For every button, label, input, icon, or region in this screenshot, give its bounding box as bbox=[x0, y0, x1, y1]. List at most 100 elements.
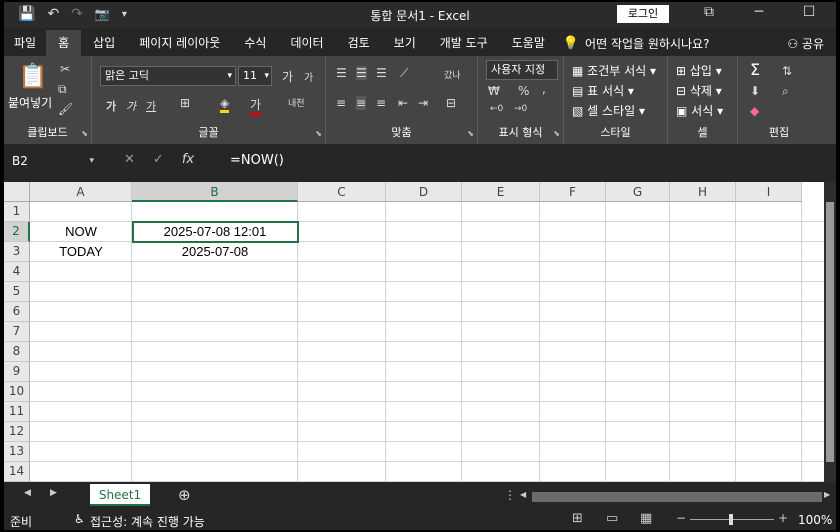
column-header-d[interactable]: D bbox=[386, 182, 462, 202]
increase-decimal-icon[interactable]: ←0 bbox=[490, 104, 503, 114]
dialog-launcher-icon[interactable]: ⬊ bbox=[553, 129, 560, 138]
column-header-h[interactable]: H bbox=[670, 182, 736, 202]
column-header-g[interactable]: G bbox=[606, 182, 670, 202]
dialog-launcher-icon[interactable]: ⬊ bbox=[81, 129, 88, 138]
row-header-14[interactable]: 14 bbox=[4, 462, 30, 482]
enter-icon[interactable]: ✓ bbox=[153, 152, 164, 167]
insert-cells-button[interactable]: ⊞ 삽입 ▾ bbox=[676, 62, 722, 79]
scroll-right-icon[interactable]: ▶ bbox=[824, 490, 830, 499]
copy-icon[interactable]: ⧉ bbox=[58, 82, 67, 97]
zoom-level[interactable]: 100% bbox=[798, 513, 832, 527]
row-header-13[interactable]: 13 bbox=[4, 442, 30, 462]
cell-styles-button[interactable]: ▧ 셀 스타일 ▾ bbox=[572, 102, 645, 119]
scroll-left-icon[interactable]: ◀ bbox=[520, 490, 526, 499]
tab-review[interactable]: 검토 bbox=[336, 30, 382, 56]
find-select-icon[interactable]: ⌕ bbox=[782, 84, 789, 99]
number-format-select[interactable]: 사용자 지정 bbox=[486, 60, 558, 80]
decrease-indent-icon[interactable]: ⇤ bbox=[398, 96, 408, 110]
border-icon[interactable]: ⊞ bbox=[180, 96, 190, 110]
normal-view-icon[interactable]: ⊞ bbox=[572, 511, 583, 526]
cancel-icon[interactable]: ✕ bbox=[124, 152, 135, 167]
underline-button[interactable]: 가 bbox=[146, 98, 156, 114]
row-header-10[interactable]: 10 bbox=[4, 382, 30, 402]
formula-input[interactable]: =NOW() bbox=[226, 150, 826, 172]
align-center-icon[interactable]: ≡ bbox=[356, 96, 367, 110]
accessibility-status[interactable]: 접근성: 계속 진행 가능 bbox=[90, 513, 205, 530]
format-painter-icon[interactable]: 🖌 bbox=[58, 102, 73, 116]
scroll-thumb[interactable] bbox=[826, 202, 834, 462]
tab-home[interactable]: 홈 bbox=[46, 30, 82, 56]
decrease-decimal-icon[interactable]: →0 bbox=[514, 104, 527, 114]
format-cells-button[interactable]: ▣ 서식 ▾ bbox=[676, 102, 723, 119]
add-sheet-icon[interactable]: ⊕ bbox=[178, 486, 191, 504]
tab-file[interactable]: 파일 bbox=[4, 30, 46, 56]
percent-button[interactable]: % bbox=[518, 84, 529, 98]
zoom-out-icon[interactable]: − bbox=[676, 511, 686, 525]
cell-B3[interactable]: 2025-07-08 bbox=[132, 242, 298, 262]
increase-indent-icon[interactable]: ⇥ bbox=[418, 96, 428, 110]
clear-icon[interactable]: ◆ bbox=[750, 104, 759, 118]
align-right-icon[interactable]: ≡ bbox=[376, 96, 386, 110]
worksheet-grid[interactable]: ABCDEFGHI 1 2 3 4 5 6 7 8 9 10 11 12 13 14 NOW 2025-0… bbox=[4, 182, 836, 482]
paste-icon[interactable]: 📋 bbox=[18, 62, 48, 90]
tab-view[interactable]: 보기 bbox=[382, 30, 428, 56]
font-size-select[interactable]: 11 ▾ bbox=[238, 66, 272, 86]
fill-icon[interactable]: ⬇ bbox=[750, 84, 760, 98]
cell-A3[interactable]: TODAY bbox=[30, 242, 132, 262]
paste-label[interactable]: 붙여넣기 bbox=[8, 94, 52, 111]
column-header-a[interactable]: A bbox=[30, 182, 132, 202]
zoom-slider-thumb[interactable] bbox=[729, 514, 733, 525]
orientation-icon[interactable]: ⟋ bbox=[400, 66, 408, 81]
horizontal-scrollbar[interactable] bbox=[532, 492, 822, 502]
align-left-icon[interactable]: ≡ bbox=[336, 96, 346, 110]
align-middle-icon[interactable]: ☰ bbox=[356, 66, 367, 80]
row-header-8[interactable]: 8 bbox=[4, 342, 30, 362]
ribbon-display-options-icon[interactable]: ⧉ bbox=[684, 4, 734, 20]
sort-filter-icon[interactable]: ⇅ bbox=[782, 64, 792, 78]
next-sheet-icon[interactable]: ▶ bbox=[50, 488, 57, 498]
row-header-5[interactable]: 5 bbox=[4, 282, 30, 302]
name-box[interactable]: B2 ▾ bbox=[8, 150, 96, 172]
wrap-text-button[interactable]: 갔나 bbox=[444, 68, 461, 81]
row-header-2[interactable]: 2 bbox=[4, 222, 30, 242]
conditional-format-button[interactable]: ▦ 조건부 서식 ▾ bbox=[572, 62, 656, 79]
column-header-c[interactable]: C bbox=[298, 182, 386, 202]
tab-developer[interactable]: 개발 도구 bbox=[428, 30, 500, 56]
align-bottom-icon[interactable]: ☰ bbox=[376, 66, 387, 80]
italic-button[interactable]: 가 bbox=[126, 98, 136, 114]
tab-page-layout[interactable]: 페이지 레이아웃 bbox=[127, 30, 232, 56]
format-as-table-button[interactable]: ▤ 표 서식 ▾ bbox=[572, 82, 634, 99]
row-header-6[interactable]: 6 bbox=[4, 302, 30, 322]
page-layout-view-icon[interactable]: ▭ bbox=[606, 511, 618, 526]
grow-font-button[interactable]: 가 bbox=[282, 68, 293, 85]
column-header-e[interactable]: E bbox=[462, 182, 540, 202]
vertical-scrollbar[interactable] bbox=[824, 182, 836, 482]
select-all-button[interactable] bbox=[4, 182, 30, 202]
bold-button[interactable]: 가 bbox=[106, 98, 116, 114]
tab-data[interactable]: 데이터 bbox=[278, 30, 335, 56]
tab-formulas[interactable]: 수식 bbox=[232, 30, 278, 56]
font-color-button[interactable]: 가 bbox=[250, 96, 262, 116]
cell-A2[interactable]: NOW bbox=[30, 222, 132, 242]
prev-sheet-icon[interactable]: ◀ bbox=[24, 488, 31, 498]
row-header-4[interactable]: 4 bbox=[4, 262, 30, 282]
font-family-select[interactable]: 맑은 고딕 ▾ bbox=[100, 66, 236, 86]
minimize-button[interactable]: ─ bbox=[734, 4, 784, 20]
tell-me-search[interactable]: 💡 어떤 작업을 원하시나요? bbox=[563, 35, 710, 52]
page-break-view-icon[interactable]: ▦ bbox=[640, 511, 652, 526]
tab-insert[interactable]: 삽입 bbox=[81, 30, 127, 56]
autosum-button[interactable]: Σ bbox=[750, 60, 760, 79]
column-header-i[interactable]: I bbox=[736, 182, 802, 202]
zoom-in-icon[interactable]: + bbox=[778, 511, 788, 525]
row-header-11[interactable]: 11 bbox=[4, 402, 30, 422]
accessibility-icon[interactable]: ♿ bbox=[74, 512, 85, 526]
dialog-launcher-icon[interactable]: ⬊ bbox=[467, 129, 474, 138]
currency-icon[interactable]: ₩ bbox=[488, 84, 500, 98]
column-header-b[interactable]: B bbox=[132, 182, 298, 202]
dialog-launcher-icon[interactable]: ⬊ bbox=[315, 129, 322, 138]
column-header-f[interactable]: F bbox=[540, 182, 606, 202]
more-options-icon[interactable]: ⋮ bbox=[504, 488, 516, 502]
sheet-tab-sheet1[interactable]: Sheet1 bbox=[90, 484, 150, 506]
login-button[interactable]: 로그인 bbox=[617, 5, 669, 23]
tab-help[interactable]: 도움말 bbox=[500, 30, 557, 56]
